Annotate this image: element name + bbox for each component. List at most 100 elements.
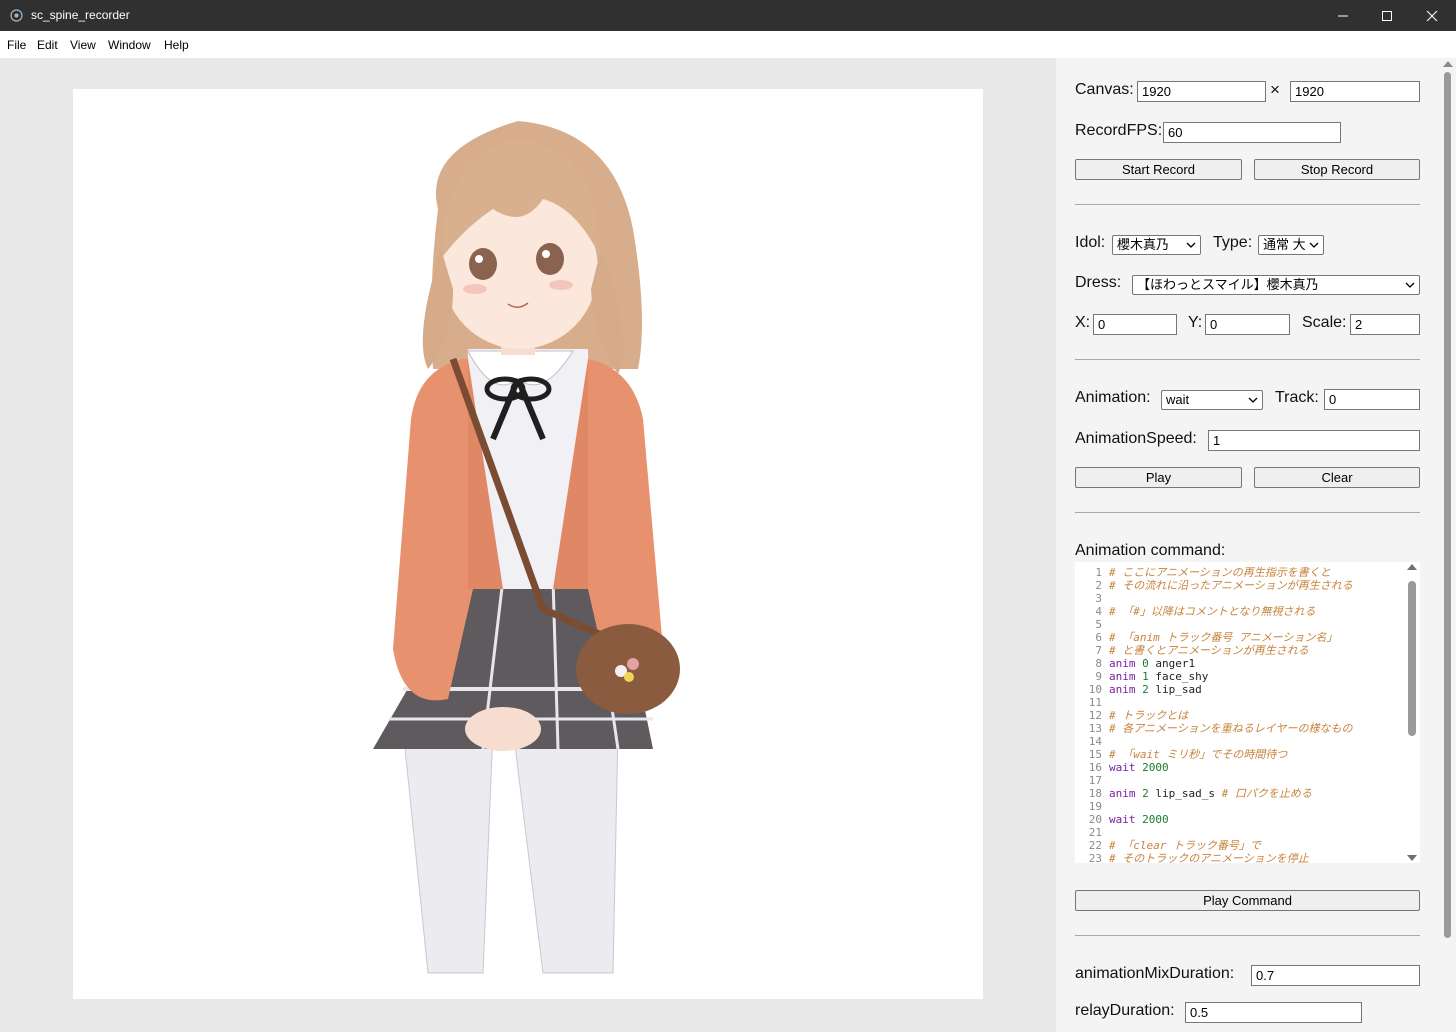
play-command-button[interactable]: Play Command: [1075, 890, 1420, 911]
line-number: 4: [1095, 605, 1102, 618]
clear-button[interactable]: Clear: [1254, 467, 1420, 488]
editor-scroll-thumb[interactable]: [1408, 581, 1416, 736]
code-line: # トラックとは: [1109, 709, 1409, 722]
code-token: # 「anim トラック番号 アニメーション名」: [1109, 631, 1338, 644]
stop-record-button[interactable]: Stop Record: [1254, 159, 1420, 180]
panel-scroll-thumb[interactable]: [1444, 72, 1451, 938]
idol-select-value: 櫻木真乃: [1117, 237, 1170, 252]
line-number: 5: [1095, 618, 1102, 631]
idol-select[interactable]: 櫻木真乃: [1112, 235, 1201, 255]
command-editor[interactable]: 1 2 3 4 5 6 7 8 9 10 11 12 13 14 15 16 17 18 19 20 21 22 23 # …: [1075, 562, 1420, 863]
line-number: 10: [1088, 683, 1102, 696]
line-number: 13: [1088, 722, 1102, 735]
animation-label: Animation:: [1075, 389, 1151, 406]
line-number: 9: [1095, 670, 1102, 683]
scroll-up-icon[interactable]: [1443, 61, 1453, 67]
line-number: 23: [1088, 852, 1102, 863]
divider: [1075, 359, 1420, 360]
menu-file[interactable]: File: [7, 38, 26, 52]
code-token: # 口パクを止める: [1221, 787, 1312, 800]
code-line: anim 2 lip_sad: [1109, 683, 1409, 696]
code-line: wait 2000: [1109, 813, 1409, 826]
canvas-width-input[interactable]: 1920: [1137, 81, 1266, 102]
x-input[interactable]: 0: [1093, 314, 1177, 335]
code-token: lip_sad: [1148, 683, 1202, 696]
line-number: 7: [1095, 644, 1102, 657]
editor-scrollbar[interactable]: [1406, 564, 1418, 861]
menu-view[interactable]: View: [70, 38, 96, 52]
record-fps-label: RecordFPS:: [1075, 122, 1163, 139]
code-token: anger1: [1148, 657, 1196, 670]
scroll-up-icon[interactable]: [1407, 564, 1417, 570]
preview-area: [0, 58, 1056, 1032]
line-number: 19: [1088, 800, 1102, 813]
code-line: # 「#」以降はコメントとなり無視される: [1109, 605, 1409, 618]
code-line: anim 0 anger1: [1109, 657, 1409, 670]
menu-window[interactable]: Window: [108, 38, 151, 52]
code-token: # トラックとは: [1109, 709, 1189, 722]
mix-duration-input[interactable]: 0.7: [1251, 965, 1420, 986]
spine-canvas[interactable]: [73, 89, 983, 999]
record-fps-input[interactable]: 60: [1163, 122, 1341, 143]
start-record-button[interactable]: Start Record: [1075, 159, 1242, 180]
panel-scrollbar[interactable]: [1440, 58, 1456, 1032]
code-token: 0: [1142, 657, 1149, 670]
code-line: # 「anim トラック番号 アニメーション名」: [1109, 631, 1409, 644]
code-token: # その流れに沿ったアニメーションが再生される: [1109, 579, 1353, 592]
mix-duration-label: animationMixDuration:: [1075, 965, 1235, 982]
code-token: anim: [1109, 657, 1143, 670]
line-number: 8: [1095, 657, 1102, 670]
code-token: # 「#」以降はコメントとなり無視される: [1109, 605, 1316, 618]
dress-label: Dress:: [1075, 274, 1122, 291]
code-token: face_shy: [1148, 670, 1209, 683]
minimize-button[interactable]: [1320, 0, 1366, 31]
code-token: # そのトラックのアニメーションを停止: [1109, 852, 1309, 863]
maximize-button[interactable]: [1364, 0, 1410, 31]
code-token: # 各アニメーションを重ねるレイヤーの様なもの: [1109, 722, 1353, 735]
menu-edit[interactable]: Edit: [37, 38, 58, 52]
line-number: 11: [1088, 696, 1102, 709]
menu-help[interactable]: Help: [164, 38, 189, 52]
animation-select[interactable]: wait: [1161, 390, 1263, 410]
type-select[interactable]: 通常 大: [1258, 235, 1324, 255]
divider: [1075, 204, 1420, 205]
line-number: 17: [1088, 774, 1102, 787]
line-number: 16: [1088, 761, 1102, 774]
y-label: Y:: [1188, 314, 1203, 331]
code-token: anim: [1109, 683, 1143, 696]
title-bar: sc_spine_recorder: [0, 0, 1456, 31]
track-input[interactable]: 0: [1324, 389, 1420, 410]
line-number: 21: [1088, 826, 1102, 839]
close-icon: [1426, 10, 1438, 21]
scroll-down-icon[interactable]: [1407, 855, 1417, 861]
animation-command-label: Animation command:: [1075, 542, 1226, 559]
relay-duration-input[interactable]: 0.5: [1185, 1002, 1362, 1023]
line-number: 2: [1095, 579, 1102, 592]
code-line: # 「wait ミリ秒」でその時間待つ: [1109, 748, 1409, 761]
app-icon: [10, 9, 23, 22]
divider: [1075, 935, 1420, 936]
animation-speed-input[interactable]: 1: [1208, 430, 1420, 451]
code-token: wait: [1109, 761, 1143, 774]
y-input[interactable]: 0: [1205, 314, 1290, 335]
animation-speed-label: AnimationSpeed:: [1075, 430, 1197, 447]
code-token: 2: [1142, 787, 1149, 800]
play-button[interactable]: Play: [1075, 467, 1242, 488]
close-button[interactable]: [1409, 0, 1455, 31]
relay-duration-label: relayDuration:: [1075, 1002, 1175, 1019]
idol-label: Idol:: [1075, 234, 1106, 251]
menu-bar: File Edit View Window Help: [0, 31, 1456, 58]
chevron-down-icon: [1186, 242, 1196, 248]
scale-input[interactable]: 2: [1350, 314, 1420, 335]
canvas-height-input[interactable]: 1920: [1290, 81, 1420, 102]
code-token: 1: [1142, 670, 1149, 683]
dress-select[interactable]: 【ほわっとスマイル】櫻木真乃: [1132, 275, 1420, 295]
divider: [1075, 512, 1420, 513]
x-label: X:: [1075, 314, 1091, 331]
command-code[interactable]: # ここにアニメーションの再生指示を書くと # その流れに沿ったアニメーションが再…: [1109, 566, 1409, 863]
code-line: wait 2000: [1109, 761, 1409, 774]
chevron-down-icon: [1405, 282, 1415, 288]
